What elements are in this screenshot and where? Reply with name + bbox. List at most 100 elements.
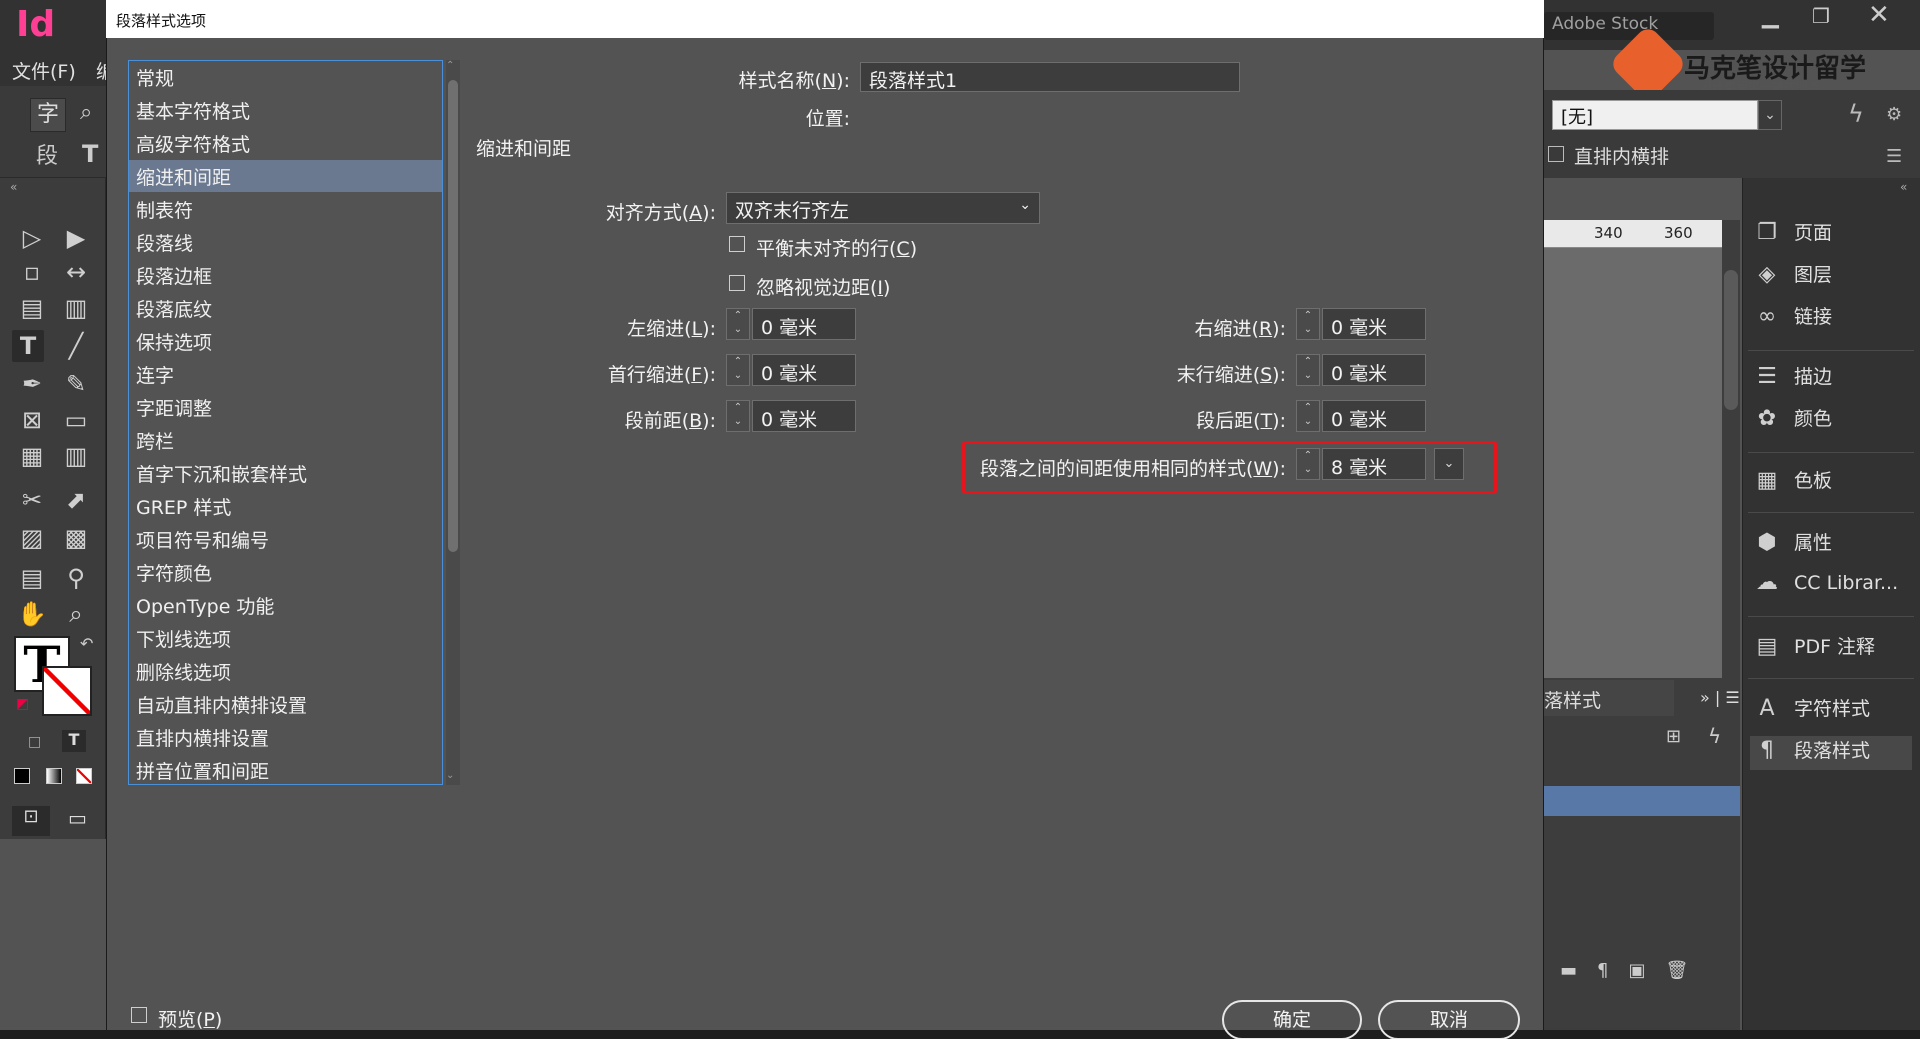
grid-tool-icon[interactable]: ▥ xyxy=(60,440,92,472)
table-tool-icon[interactable]: ▦ xyxy=(16,440,48,472)
same-style-spacing-stepper[interactable]: ⌃ ⌄ xyxy=(1296,448,1320,480)
category-item[interactable]: 直排内横排设置 xyxy=(136,724,269,754)
category-item[interactable]: 高级字符格式 xyxy=(136,130,250,160)
rectangle-frame-tool-icon[interactable]: ⊠ xyxy=(16,404,48,436)
category-item[interactable]: 拼音位置和间距 xyxy=(136,757,269,787)
pen-tool-icon[interactable]: ✒ xyxy=(16,368,48,400)
category-item[interactable]: 制表符 xyxy=(136,196,193,226)
content-collector-icon[interactable]: ▤ xyxy=(16,292,48,324)
category-item[interactable]: 缩进和间距 xyxy=(136,163,231,193)
category-item[interactable]: 段落底纹 xyxy=(136,295,212,325)
first-line-indent-stepper[interactable]: ⌃ ⌄ xyxy=(726,354,750,386)
dock-properties[interactable]: ⬢ 属性 xyxy=(1752,528,1912,564)
category-item[interactable]: 连字 xyxy=(136,361,174,391)
right-indent-input[interactable]: 0 毫米 xyxy=(1322,308,1426,340)
left-indent-input[interactable]: 0 毫米 xyxy=(752,308,856,340)
ok-button[interactable]: 确定 xyxy=(1222,1000,1362,1039)
gradient-feather-tool-icon[interactable]: ▩ xyxy=(60,522,92,554)
balance-ragged-checkbox[interactable] xyxy=(729,236,745,252)
category-item[interactable]: GREP 样式 xyxy=(136,493,231,523)
menu-file[interactable]: 文件(F) xyxy=(12,57,76,84)
selection-tool-icon[interactable]: ▷ xyxy=(16,222,48,254)
gear-icon[interactable]: ⚙ xyxy=(1886,104,1902,125)
normal-view-icon[interactable]: ⊡ xyxy=(12,806,50,836)
scrollbar-thumb[interactable] xyxy=(448,80,458,552)
dock-cc-libraries[interactable]: ☁ CC Librar... xyxy=(1752,570,1912,606)
ignore-optical-margin-checkbox[interactable] xyxy=(729,275,745,291)
new-group-icon[interactable]: ⊞ xyxy=(1666,726,1681,747)
gradient-swatch-tool-icon[interactable]: ▨ xyxy=(16,522,48,554)
rectangle-tool-icon[interactable]: ▭ xyxy=(60,404,92,436)
panel-menu-icon[interactable]: » | ☰ xyxy=(1700,688,1740,707)
category-item[interactable]: 自动直排内横排设置 xyxy=(136,691,307,721)
direct-selection-tool-icon[interactable]: ▶ xyxy=(60,222,92,254)
category-item[interactable]: 下划线选项 xyxy=(136,625,231,655)
adobe-stock-search[interactable]: Adobe Stock xyxy=(1544,12,1714,40)
default-colors-icon[interactable]: ◩ xyxy=(16,696,29,712)
space-before-input[interactable]: 0 毫米 xyxy=(752,400,856,432)
category-item[interactable]: 基本字符格式 xyxy=(136,97,250,127)
gap-tool-icon[interactable]: ↔ xyxy=(60,256,92,288)
page-tool-icon[interactable]: ▫ xyxy=(16,256,48,288)
space-before-stepper[interactable]: ⌃ ⌄ xyxy=(726,400,750,432)
dock-stroke[interactable]: ☰ 描边 xyxy=(1752,362,1912,398)
last-line-indent-input[interactable]: 0 毫米 xyxy=(1322,354,1426,386)
right-indent-stepper[interactable]: ⌃ ⌄ xyxy=(1296,308,1320,340)
dock-layers[interactable]: ◈ 图层 xyxy=(1752,260,1912,296)
note-tool-icon[interactable]: ▤ xyxy=(16,562,48,594)
dock-links[interactable]: ∞ 链接 xyxy=(1752,302,1912,338)
scrollbar-thumb[interactable] xyxy=(1724,270,1738,410)
space-after-input[interactable]: 0 毫米 xyxy=(1322,400,1426,432)
formatting-container-icon[interactable]: □ xyxy=(28,734,41,750)
same-style-spacing-input[interactable]: 8 毫米 xyxy=(1322,448,1426,480)
category-item[interactable]: 字符颜色 xyxy=(136,559,212,589)
apply-none-icon[interactable] xyxy=(76,768,92,784)
search-icon[interactable]: ⌕ xyxy=(80,100,92,125)
scissors-tool-icon[interactable]: ✂ xyxy=(16,484,48,516)
screen-mode-icon[interactable]: ▭ xyxy=(68,806,87,830)
preview-checkbox[interactable] xyxy=(131,1007,147,1023)
category-item[interactable]: 保持选项 xyxy=(136,328,212,358)
category-item[interactable]: 首字下沉和嵌套样式 xyxy=(136,460,307,490)
line-tool-icon[interactable]: ╱ xyxy=(60,330,92,362)
chevron-down-icon[interactable]: ⌄ xyxy=(446,770,454,781)
close-window-icon[interactable]: ✕ xyxy=(1868,0,1890,30)
formatting-text-icon[interactable]: T xyxy=(62,730,86,752)
restore-icon[interactable]: ❐ xyxy=(1812,4,1830,28)
lightning-icon[interactable]: ϟ xyxy=(1848,100,1864,128)
category-item[interactable]: 段落线 xyxy=(136,229,193,259)
tate-chu-yoko-checkbox[interactable] xyxy=(1548,146,1564,162)
dock-swatches[interactable]: ▦ 色板 xyxy=(1752,466,1912,502)
category-item[interactable]: 字距调整 xyxy=(136,394,212,424)
menu-icon[interactable]: ☰ xyxy=(1886,146,1902,167)
category-item[interactable]: 段落边框 xyxy=(136,262,212,292)
type-tool-icon[interactable]: T xyxy=(12,330,44,362)
first-line-indent-input[interactable]: 0 毫米 xyxy=(752,354,856,386)
pencil-tool-icon[interactable]: ✎ xyxy=(60,368,92,400)
alignment-select[interactable]: 双齐末行齐左 ⌄ xyxy=(726,192,1040,224)
swap-colors-icon[interactable]: ↶ xyxy=(80,634,93,653)
panel-footer-icons[interactable]: ▬¶▣🗑 xyxy=(1560,960,1708,981)
dock-pdf-comments[interactable]: ▤ PDF 注释 xyxy=(1752,632,1912,668)
character-mode-button[interactable]: 字 xyxy=(30,98,66,132)
category-item[interactable]: OpenType 功能 xyxy=(136,592,274,622)
paragraph-mode-button[interactable]: 段 xyxy=(36,138,58,170)
category-item[interactable]: 项目符号和编号 xyxy=(136,526,269,556)
content-placer-icon[interactable]: ▥ xyxy=(60,292,92,324)
selected-style-row[interactable] xyxy=(1544,786,1740,816)
cancel-button[interactable]: 取消 xyxy=(1378,1000,1520,1039)
collapse-toolbar-icon[interactable]: « xyxy=(10,180,17,194)
category-item[interactable]: 常规 xyxy=(136,64,174,94)
space-after-stepper[interactable]: ⌃ ⌄ xyxy=(1296,400,1320,432)
chevron-down-icon[interactable]: ⌄ xyxy=(1758,100,1782,130)
style-name-input[interactable]: 段落样式1 xyxy=(860,62,1240,92)
apply-gradient-icon[interactable] xyxy=(46,768,62,784)
zoom-tool-icon[interactable]: ⌕ xyxy=(60,598,92,630)
dock-pages[interactable]: ❐ 页面 xyxy=(1752,218,1912,254)
category-item[interactable]: 删除线选项 xyxy=(136,658,231,688)
category-item[interactable]: 跨栏 xyxy=(136,427,174,457)
stroke-swatch[interactable] xyxy=(42,666,92,716)
lightning-icon[interactable]: ϟ xyxy=(1708,724,1721,748)
character-style-select[interactable]: [无] xyxy=(1552,100,1758,130)
dock-character-styles[interactable]: A 字符样式 xyxy=(1752,694,1912,730)
